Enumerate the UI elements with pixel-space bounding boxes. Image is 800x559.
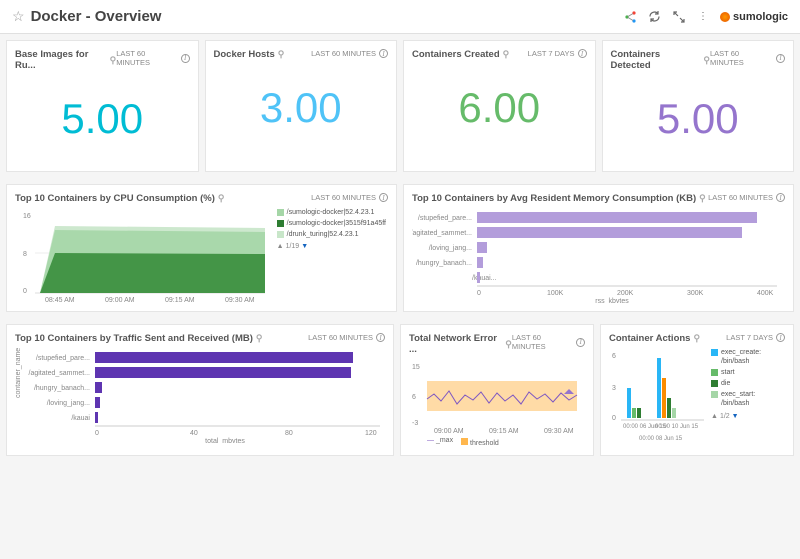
svg-text:0: 0 (612, 415, 616, 422)
memory-chart: /stupefied_pare... /agitated_sammet... /… (412, 208, 785, 303)
refresh-icon[interactable] (648, 10, 662, 24)
svg-text:16: 16 (23, 213, 31, 220)
svg-text:3: 3 (612, 385, 616, 392)
svg-text:120: 120 (365, 430, 377, 437)
svg-text:rss_kbytes: rss_kbytes (595, 298, 629, 303)
svg-text:09:30 AM: 09:30 AM (544, 428, 574, 435)
svg-text:/agitated_sammet...: /agitated_sammet... (412, 230, 472, 237)
svg-text:80: 80 (285, 430, 293, 437)
svg-text:00:00 10 Jun 15: 00:00 10 Jun 15 (655, 424, 699, 430)
svg-text:0: 0 (477, 290, 481, 297)
row2: Top 10 Containers by CPU Consumption (%)… (0, 178, 800, 318)
more-icon[interactable]: ⋮ (696, 10, 710, 24)
svg-text:8: 8 (23, 251, 27, 258)
search-icon[interactable]: ⚲ (503, 49, 510, 60)
header: ☆ Docker - Overview ⋮ sumologic (0, 0, 800, 34)
cpu-legend: /sumologic-docker|52.4.23.1 /sumologic-d… (277, 208, 386, 251)
svg-text:/loving_jang...: /loving_jang... (429, 245, 472, 252)
stat-panel-docker-hosts: Docker Hosts ⚲ LAST 60 MINUTES i 3.00 (205, 40, 398, 172)
search-icon[interactable]: ⚲ (256, 333, 263, 344)
search-icon[interactable]: ⚲ (278, 49, 285, 60)
stat-panel-base-images: Base Images for Ru... ⚲ LAST 60 MINUTES … (6, 40, 199, 172)
svg-text:/hungry_banach...: /hungry_banach... (34, 385, 90, 392)
svg-text:40: 40 (190, 430, 198, 437)
svg-text:/stupefied_pare...: /stupefied_pare... (418, 215, 472, 222)
search-icon[interactable]: ⚲ (110, 55, 117, 66)
share-icon[interactable] (624, 10, 638, 24)
search-icon[interactable]: ⚲ (693, 333, 700, 344)
row3: Top 10 Containers by Traffic Sent and Re… (0, 318, 800, 462)
svg-text:0: 0 (23, 288, 27, 295)
svg-text:09:15 AM: 09:15 AM (489, 428, 519, 435)
svg-text:09:00 AM: 09:00 AM (434, 428, 464, 435)
stat-value: 5.00 (611, 75, 786, 163)
logo-dot-icon (720, 12, 730, 22)
cpu-chart-panel: Top 10 Containers by CPU Consumption (%)… (6, 184, 397, 312)
traffic-chart-panel: Top 10 Containers by Traffic Sent and Re… (6, 324, 394, 456)
info-icon[interactable]: i (379, 193, 388, 202)
svg-text:-3: -3 (412, 420, 418, 427)
expand-icon[interactable] (672, 10, 686, 24)
memory-chart-panel: Top 10 Containers by Avg Resident Memory… (403, 184, 794, 312)
info-icon[interactable]: i (776, 54, 785, 63)
header-left: ☆ Docker - Overview (12, 8, 161, 25)
svg-text:09:15 AM: 09:15 AM (165, 297, 195, 303)
stat-value: 5.00 (15, 75, 190, 163)
search-icon[interactable]: ⚲ (505, 339, 512, 350)
svg-text:300K: 300K (687, 290, 704, 297)
svg-text:400K: 400K (757, 290, 774, 297)
search-icon[interactable]: ⚲ (703, 55, 710, 66)
info-icon[interactable]: i (576, 338, 585, 347)
svg-text:6: 6 (612, 353, 616, 360)
favorite-star-icon[interactable]: ☆ (12, 8, 25, 25)
svg-text:/stupefied_pare...: /stupefied_pare... (36, 355, 90, 362)
svg-text:15: 15 (412, 364, 420, 371)
page-title: Docker - Overview (31, 8, 162, 25)
actions-chart: 6 3 0 00:00 06 Jun 15 00:00 10 Jun 15 00… (609, 348, 785, 443)
legend-pager[interactable]: ▲1/19▼ (277, 242, 386, 251)
panel-title: Base Images for Ru... ⚲ (15, 49, 116, 71)
header-actions: ⋮ sumologic (624, 10, 788, 24)
stat-panel-containers-created: Containers Created ⚲ LAST 7 DAYS i 6.00 (403, 40, 596, 172)
stat-value: 3.00 (214, 64, 389, 152)
svg-text:total_mbytes: total_mbytes (205, 438, 245, 443)
svg-text:200K: 200K (617, 290, 634, 297)
actions-legend: exec_create: /bin/bash start die exec_st… (711, 348, 783, 421)
svg-text:08:45 AM: 08:45 AM (45, 297, 75, 303)
network-error-chart: 15 6 -3 09:00 AM 09:15 AM 09:30 AM (409, 359, 585, 437)
info-icon[interactable]: i (379, 49, 388, 58)
stat-panel-containers-detected: Containers Detected ⚲ LAST 60 MINUTES i … (602, 40, 795, 172)
svg-text:09:30 AM: 09:30 AM (225, 297, 255, 303)
panel-meta: LAST 60 MINUTES i (116, 49, 189, 67)
svg-text:/kauai: /kauai (71, 415, 90, 422)
brand-logo[interactable]: sumologic (720, 11, 788, 23)
svg-text:/agitated_sammet...: /agitated_sammet... (29, 370, 91, 377)
svg-text:/loving_jang...: /loving_jang... (47, 400, 90, 407)
svg-text:/kauai...: /kauai... (472, 275, 497, 282)
network-error-panel: Total Network Error ... ⚲ LAST 60 MINUTE… (400, 324, 594, 456)
cpu-chart: 16 8 0 08:45 AM 09:00 AM 09:15 AM 09:30 … (15, 208, 388, 303)
info-icon[interactable]: i (181, 54, 190, 63)
svg-text:container_name: container_name (15, 348, 22, 398)
container-actions-panel: Container Actions ⚲ LAST 7 DAYS i 6 3 0 … (600, 324, 794, 456)
stats-row: Base Images for Ru... ⚲ LAST 60 MINUTES … (0, 34, 800, 178)
legend-pager[interactable]: ▲1/2▼ (711, 412, 783, 421)
info-icon[interactable]: i (376, 333, 385, 342)
svg-text:6: 6 (412, 394, 416, 401)
traffic-chart: container_name /stupefied_pare... /agita… (15, 348, 385, 443)
svg-text:00:00 08 Jun 15: 00:00 08 Jun 15 (639, 436, 683, 442)
info-icon[interactable]: i (578, 49, 587, 58)
err-legend: ⎯⎯ _max threshold (409, 437, 585, 447)
info-icon[interactable]: i (776, 333, 785, 342)
info-icon[interactable]: i (776, 193, 785, 202)
svg-text:09:00 AM: 09:00 AM (105, 297, 135, 303)
search-icon[interactable]: ⚲ (218, 193, 225, 204)
svg-text:0: 0 (95, 430, 99, 437)
search-icon[interactable]: ⚲ (699, 193, 706, 204)
svg-text:100K: 100K (547, 290, 564, 297)
stat-value: 6.00 (412, 64, 587, 152)
svg-text:/hungry_banach...: /hungry_banach... (416, 260, 472, 267)
